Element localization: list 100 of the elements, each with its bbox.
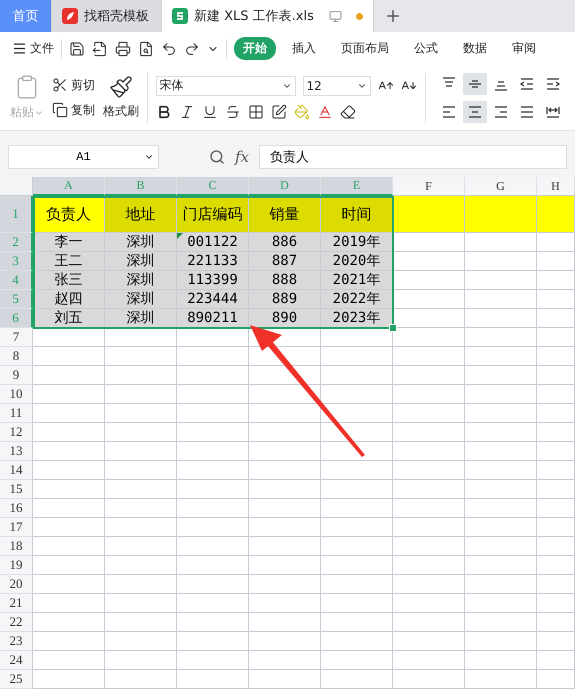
function-label[interactable]: fx — [235, 148, 250, 166]
table-cell[interactable]: 时间 — [321, 196, 393, 233]
table-cell[interactable] — [393, 594, 465, 613]
table-cell[interactable] — [465, 480, 537, 499]
row-header[interactable]: 12 — [0, 423, 33, 442]
table-cell[interactable] — [393, 271, 465, 290]
table-cell[interactable] — [105, 423, 177, 442]
table-cell[interactable] — [249, 556, 321, 575]
table-cell[interactable] — [393, 347, 465, 366]
row-header[interactable]: 19 — [0, 556, 33, 575]
table-cell[interactable] — [321, 404, 393, 423]
eraser-icon[interactable] — [340, 104, 356, 120]
table-cell[interactable] — [177, 423, 249, 442]
table-cell[interactable] — [465, 537, 537, 556]
table-cell[interactable] — [177, 594, 249, 613]
table-cell[interactable] — [393, 328, 465, 347]
table-cell[interactable] — [33, 518, 105, 537]
table-cell[interactable] — [465, 233, 537, 252]
undo-icon[interactable] — [161, 40, 177, 56]
table-cell[interactable] — [537, 347, 575, 366]
table-cell[interactable] — [393, 366, 465, 385]
table-cell[interactable] — [105, 613, 177, 632]
table-cell[interactable] — [537, 461, 575, 480]
table-cell[interactable] — [465, 252, 537, 271]
table-cell[interactable] — [105, 670, 177, 689]
table-cell[interactable]: 赵四 — [33, 290, 105, 309]
table-cell[interactable] — [33, 651, 105, 670]
table-cell[interactable] — [249, 613, 321, 632]
export-icon[interactable] — [92, 40, 108, 56]
table-cell[interactable] — [321, 670, 393, 689]
table-cell[interactable] — [177, 518, 249, 537]
table-cell[interactable] — [537, 670, 575, 689]
row-header[interactable]: 7 — [0, 328, 33, 347]
table-cell[interactable] — [393, 537, 465, 556]
table-cell[interactable] — [321, 575, 393, 594]
table-cell[interactable] — [465, 461, 537, 480]
table-cell[interactable] — [33, 613, 105, 632]
table-cell[interactable] — [249, 632, 321, 651]
table-cell[interactable] — [33, 347, 105, 366]
table-cell[interactable] — [537, 366, 575, 385]
table-cell[interactable] — [177, 404, 249, 423]
table-cell[interactable] — [249, 442, 321, 461]
table-cell[interactable] — [537, 404, 575, 423]
table-cell[interactable]: 2019年 — [321, 233, 393, 252]
table-cell[interactable] — [537, 613, 575, 632]
table-cell[interactable] — [465, 423, 537, 442]
table-cell[interactable] — [249, 670, 321, 689]
table-cell[interactable] — [33, 423, 105, 442]
table-cell[interactable]: 113399 — [177, 271, 249, 290]
table-cell[interactable] — [249, 480, 321, 499]
row-header[interactable]: 14 — [0, 461, 33, 480]
table-cell[interactable] — [537, 575, 575, 594]
name-box[interactable]: A1 — [8, 145, 159, 169]
table-cell[interactable]: 221133 — [177, 252, 249, 271]
table-cell[interactable] — [537, 290, 575, 309]
table-cell[interactable] — [537, 271, 575, 290]
table-cell[interactable] — [465, 366, 537, 385]
table-cell[interactable] — [33, 480, 105, 499]
table-cell[interactable] — [393, 518, 465, 537]
row-header[interactable]: 13 — [0, 442, 33, 461]
row-header[interactable]: 24 — [0, 651, 33, 670]
table-cell[interactable]: 887 — [249, 252, 321, 271]
document-tab[interactable]: 找稻壳模板 — [52, 0, 162, 32]
table-cell[interactable] — [321, 537, 393, 556]
table-cell[interactable] — [105, 404, 177, 423]
table-cell[interactable] — [393, 442, 465, 461]
document-tab[interactable]: 新建 XLS 工作表.xls — [162, 0, 374, 32]
formula-field[interactable]: 负责人 — [259, 145, 567, 169]
table-cell[interactable] — [321, 518, 393, 537]
row-header[interactable]: 21 — [0, 594, 33, 613]
table-cell[interactable] — [393, 385, 465, 404]
table-cell[interactable] — [393, 556, 465, 575]
row-header[interactable]: 18 — [0, 537, 33, 556]
table-cell[interactable]: 889 — [249, 290, 321, 309]
table-cell[interactable] — [249, 385, 321, 404]
table-cell[interactable] — [537, 442, 575, 461]
column-header[interactable]: F — [393, 177, 465, 196]
table-cell[interactable]: 886 — [249, 233, 321, 252]
table-cell[interactable] — [321, 651, 393, 670]
table-cell[interactable] — [465, 556, 537, 575]
ribbon-tab[interactable]: 审阅 — [503, 37, 545, 60]
table-cell[interactable] — [33, 385, 105, 404]
font-size-select[interactable]: 12 — [302, 76, 370, 96]
table-cell[interactable] — [393, 613, 465, 632]
ribbon-tab[interactable]: 公式 — [405, 37, 447, 60]
table-cell[interactable] — [105, 328, 177, 347]
table-cell[interactable]: 深圳 — [105, 233, 177, 252]
table-cell[interactable] — [537, 499, 575, 518]
table-cell[interactable] — [177, 556, 249, 575]
table-cell[interactable] — [465, 309, 537, 328]
column-header[interactable]: H — [537, 177, 575, 196]
table-cell[interactable] — [465, 290, 537, 309]
table-cell[interactable] — [537, 632, 575, 651]
table-cell[interactable] — [177, 461, 249, 480]
row-header[interactable]: 10 — [0, 385, 33, 404]
table-cell[interactable] — [105, 537, 177, 556]
table-cell[interactable] — [105, 461, 177, 480]
fill-color-icon[interactable] — [294, 104, 310, 120]
table-cell[interactable]: 深圳 — [105, 290, 177, 309]
copy-button[interactable]: 复制 — [52, 102, 95, 118]
